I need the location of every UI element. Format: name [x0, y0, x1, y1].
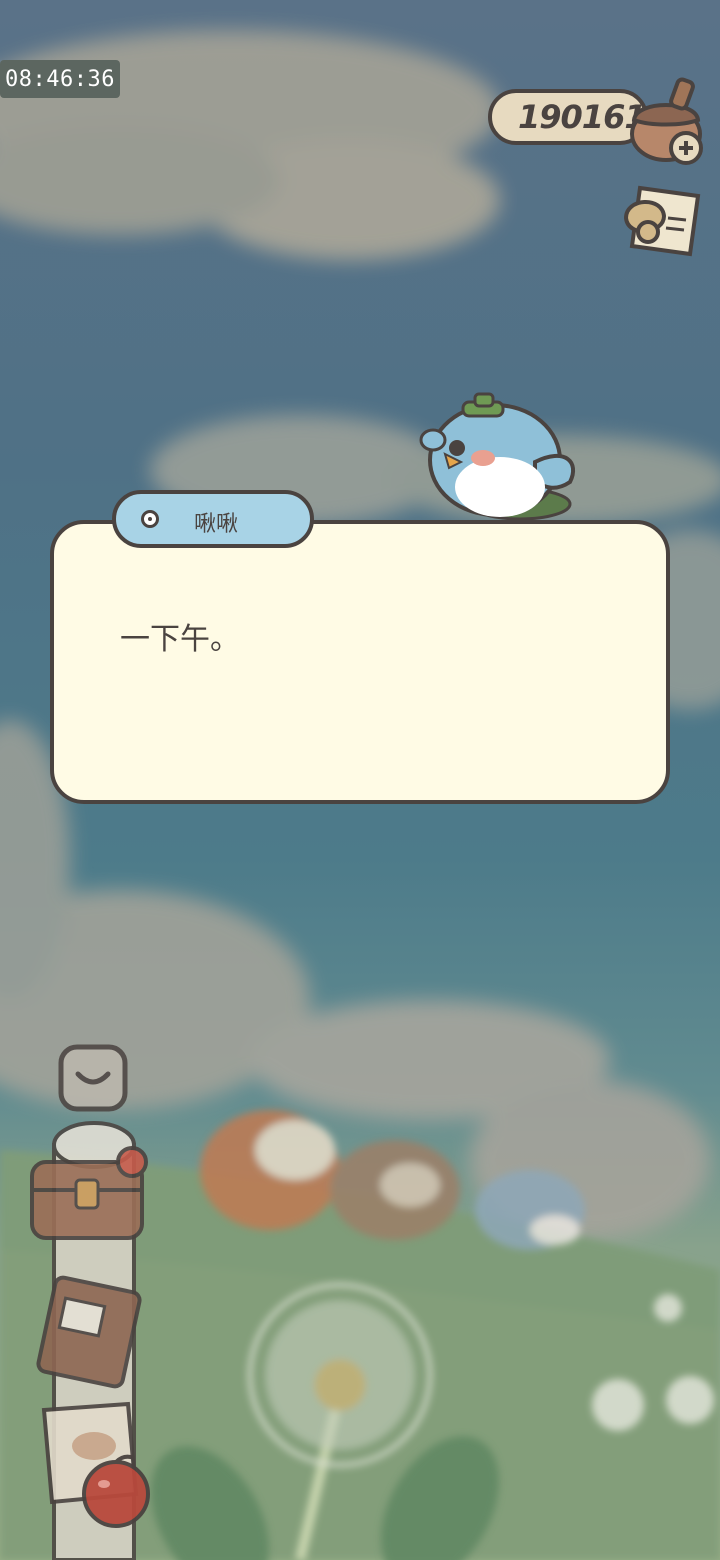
- journal-book-icon[interactable]: [36, 1272, 146, 1392]
- bird-character: [419, 392, 576, 521]
- dialog-box[interactable]: 一下午。: [50, 520, 670, 804]
- name-tag-dot-icon: [141, 510, 159, 528]
- diary-icon[interactable]: [618, 178, 708, 262]
- acorn-icon[interactable]: [622, 74, 708, 166]
- speaker-name: 啾啾: [194, 512, 239, 537]
- dialog-text: 一下午。: [120, 622, 240, 657]
- speaker-name-tag: 啾啾: [112, 490, 314, 548]
- clock: 08:46:36: [0, 60, 120, 98]
- chevron-down-icon[interactable]: [58, 1044, 128, 1112]
- treasure-chest-icon[interactable]: [26, 1140, 154, 1244]
- apple-icon[interactable]: [78, 1450, 158, 1530]
